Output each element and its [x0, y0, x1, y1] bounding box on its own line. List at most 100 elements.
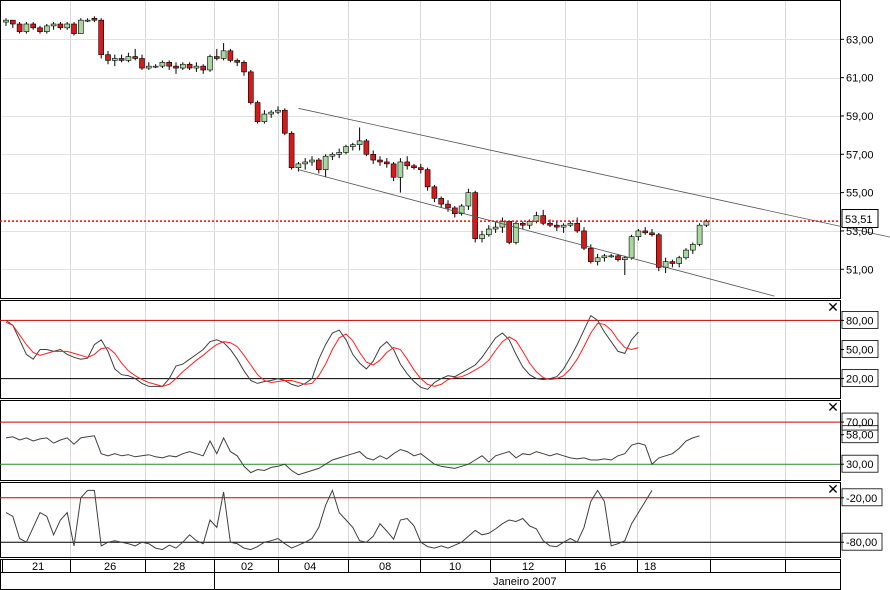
candle-body [288, 132, 295, 169]
candle-body [146, 65, 152, 69]
candle [152, 64, 159, 69]
x-axis: 21 26 28 02 04 08 10 12 16 18 [2, 560, 786, 573]
candle [193, 62, 200, 72]
candle-body [220, 50, 227, 59]
candle [594, 253, 601, 266]
candle-body [506, 221, 513, 243]
candle-body [234, 60, 240, 63]
candle-body [152, 65, 159, 68]
candle-body [349, 144, 356, 147]
candle [662, 257, 669, 274]
stoch-tick-label: 80,00 [846, 315, 874, 327]
candle [621, 255, 628, 276]
candle [370, 150, 377, 164]
candle [390, 161, 397, 182]
candle-body [390, 163, 397, 178]
candle-body [166, 62, 172, 67]
candle [57, 22, 64, 30]
rsi-tick-label: 58,00 [846, 430, 874, 442]
candle-body [492, 226, 499, 230]
price-tick-label: 51,00 [846, 264, 874, 276]
candle-body [180, 63, 186, 69]
month-label: Janeiro 2007 [493, 576, 557, 588]
candle-body [642, 230, 649, 234]
candle [261, 110, 268, 124]
stoch-tick-label: 20,00 [846, 374, 874, 386]
candle [220, 43, 227, 61]
candle [64, 22, 70, 30]
candle [50, 22, 57, 30]
candle-body [621, 257, 628, 260]
candle [241, 60, 247, 76]
candle [16, 22, 23, 34]
candle-body [397, 161, 404, 178]
candle [248, 69, 254, 105]
candle-body [281, 109, 288, 134]
candle-body [411, 165, 417, 169]
candle [608, 253, 615, 258]
candle-body [519, 222, 526, 226]
candle [676, 255, 683, 268]
candle [207, 54, 213, 72]
candle [363, 138, 370, 157]
close-stochastic-panel-icon[interactable]: ✕ [826, 301, 840, 315]
candle-body [635, 230, 642, 237]
candle [513, 221, 519, 245]
rsi-tick-label: 70,00 [846, 417, 874, 429]
candle-body [417, 167, 424, 170]
candle [322, 154, 329, 178]
candle [315, 158, 322, 174]
candle-body [112, 58, 118, 61]
close-rsi-panel-icon[interactable]: ✕ [826, 401, 840, 415]
trend-channel-line[interactable] [298, 169, 775, 297]
close-williams-panel-icon[interactable]: ✕ [826, 483, 840, 497]
candle-body [139, 58, 145, 69]
trend-channel-line[interactable] [298, 107, 890, 271]
price-panel[interactable] [0, 16, 890, 297]
candle [159, 60, 166, 69]
candle-body [526, 221, 533, 226]
candle [329, 152, 336, 161]
x-tick-label: 16 [594, 561, 606, 573]
x-tick-label: 18 [644, 561, 656, 573]
candle-body [696, 224, 703, 245]
candle-body [132, 56, 138, 59]
candle-body [669, 261, 676, 264]
candle [173, 62, 179, 74]
candle [200, 64, 206, 74]
candle-body [676, 257, 683, 264]
x-tick-label: 28 [173, 561, 185, 573]
candle-body [50, 23, 57, 27]
candle-body [655, 234, 662, 268]
price-tick-label: 59,00 [846, 111, 874, 123]
candle-body [370, 153, 377, 161]
candle-body [193, 65, 200, 69]
candle [519, 221, 526, 230]
candle [105, 50, 111, 65]
x-tick-label: 10 [449, 561, 461, 573]
candle [499, 217, 506, 233]
candle-body [84, 19, 91, 22]
candle-body [91, 17, 98, 21]
candle [234, 58, 240, 67]
candle [23, 22, 30, 34]
candle-body [71, 23, 77, 34]
candle-body [343, 146, 349, 153]
chart-canvas[interactable]: 21 26 28 02 04 08 10 12 16 18 63,00 61,00 59,00 57,0… [0, 0, 890, 590]
y-axis-labels: 63,0061,0059,0057,0055,0053,0051,0080,00… [840, 34, 883, 551]
rsi-line [5, 435, 700, 476]
candle-body [23, 23, 30, 32]
candle [125, 52, 132, 63]
candle-body [200, 65, 206, 71]
candle [30, 22, 37, 30]
candle-body [254, 102, 261, 123]
candle-body [438, 198, 445, 205]
price-tick-label: 63,00 [846, 34, 874, 46]
candle [540, 209, 547, 226]
candle-body [207, 56, 213, 71]
candle [635, 229, 642, 241]
candle [118, 54, 125, 63]
rsi-tick-label: 30,00 [846, 459, 874, 471]
candle-body [261, 113, 268, 123]
candle-body [587, 247, 594, 262]
